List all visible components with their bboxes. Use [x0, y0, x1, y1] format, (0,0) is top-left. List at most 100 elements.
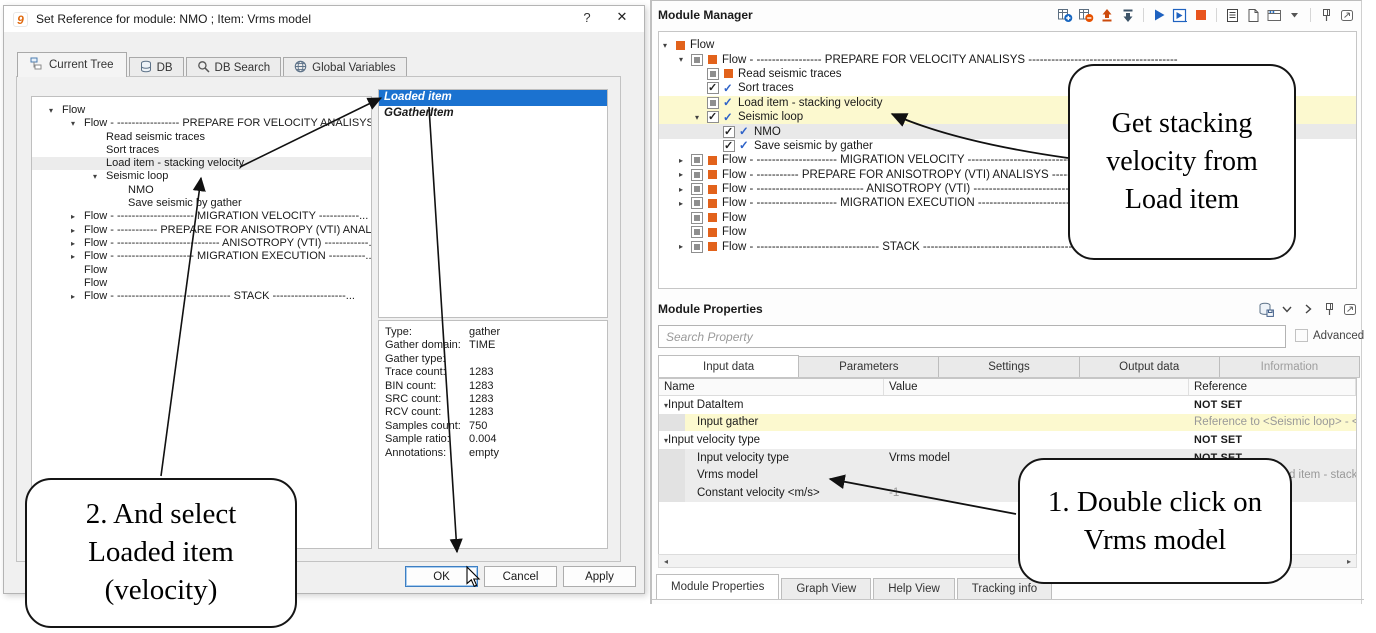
tab-current-tree[interactable]: Current Tree: [17, 52, 127, 77]
close-button[interactable]: ✕: [608, 9, 636, 29]
module-checkbox[interactable]: ✓: [707, 111, 719, 123]
module-checkbox[interactable]: [691, 54, 703, 66]
module-checkbox[interactable]: [691, 154, 703, 166]
property-row[interactable]: Input gatherReference to <Seismic loop> …: [659, 414, 1356, 432]
run-icon[interactable]: [1151, 7, 1167, 23]
tree-item[interactable]: Flow: [32, 264, 371, 277]
tree-item[interactable]: ▾Seismic loop: [32, 170, 371, 183]
expander-icon[interactable]: ▾: [695, 113, 707, 122]
module-checkbox[interactable]: ✓: [707, 82, 719, 94]
expander-icon[interactable]: ▸: [71, 210, 75, 223]
module-checkbox[interactable]: [691, 169, 703, 181]
tree-item[interactable]: ▸Flow - --------------------- MIGRATION …: [32, 210, 371, 223]
tree-item[interactable]: Flow: [32, 277, 371, 290]
tree-item[interactable]: NMO: [32, 184, 371, 197]
module-checkbox[interactable]: [691, 226, 703, 238]
module-checkbox[interactable]: ✓: [723, 126, 735, 138]
chevron-right-icon[interactable]: [1300, 301, 1316, 317]
column-header-name[interactable]: Name: [659, 379, 884, 395]
expander-icon[interactable]: ▾: [663, 41, 675, 50]
run-flow-icon[interactable]: [1172, 7, 1188, 23]
expander-icon[interactable]: ▸: [679, 242, 691, 251]
expander-icon[interactable]: ▾: [679, 55, 691, 64]
bottom-tab-graph-view[interactable]: Graph View: [781, 578, 871, 599]
tree-item[interactable]: ▸Flow - ------------------------------- …: [32, 290, 371, 303]
pin-icon[interactable]: [1321, 301, 1337, 317]
dialog-titlebar[interactable]: 9 Set Reference for module: NMO ; Item: …: [4, 6, 644, 32]
ok-button[interactable]: OK: [405, 566, 478, 587]
tab-input-data[interactable]: Input data: [658, 355, 799, 377]
module-tree-row[interactable]: ▾Flow: [659, 38, 1356, 52]
property-row[interactable]: ▾Input DataItemNOT SET: [659, 396, 1356, 414]
tree-item[interactable]: Load item - stacking velocity: [32, 157, 371, 170]
tab-settings[interactable]: Settings: [938, 356, 1079, 377]
expander-icon[interactable]: ▾: [71, 117, 75, 130]
item-list[interactable]: Loaded itemGGatherItem: [378, 89, 608, 318]
chevron-down-icon[interactable]: [1279, 301, 1295, 317]
remove-module-icon[interactable]: [1078, 7, 1094, 23]
tab-global-variables[interactable]: Global Variables: [283, 57, 407, 77]
expander-icon[interactable]: ▸: [71, 290, 75, 303]
tree-item[interactable]: Sort traces: [32, 144, 371, 157]
module-checkbox[interactable]: ✓: [723, 140, 735, 152]
module-status-icon: [707, 168, 722, 181]
window-layout-icon[interactable]: [1266, 7, 1282, 23]
module-checkbox[interactable]: [691, 241, 703, 253]
scroll-right-icon[interactable]: ▸: [1342, 557, 1356, 566]
detail-line: Gather domain:TIME: [385, 339, 601, 352]
tree-item[interactable]: ▾Flow - ----------------- PREPARE FOR VE…: [32, 117, 371, 130]
pin-icon[interactable]: [1318, 7, 1334, 23]
list-item[interactable]: GGatherItem: [379, 106, 607, 122]
float-icon[interactable]: [1339, 7, 1355, 23]
module-checkbox[interactable]: [691, 197, 703, 209]
column-header-value[interactable]: Value: [884, 379, 1189, 395]
add-module-icon[interactable]: [1057, 7, 1073, 23]
search-property-input[interactable]: [658, 325, 1286, 348]
scroll-left-icon[interactable]: ◂: [659, 557, 673, 566]
module-checkbox[interactable]: [691, 183, 703, 195]
bottom-tab-help-view[interactable]: Help View: [873, 578, 955, 599]
expander-icon[interactable]: ▸: [679, 156, 691, 165]
tab-output-data[interactable]: Output data: [1079, 356, 1220, 377]
module-checkbox[interactable]: [707, 68, 719, 80]
tab-db[interactable]: DB: [129, 57, 184, 77]
advanced-checkbox-box[interactable]: [1295, 329, 1308, 342]
float-icon[interactable]: [1342, 301, 1358, 317]
move-down-icon[interactable]: [1120, 7, 1136, 23]
column-header-reference[interactable]: Reference: [1189, 379, 1356, 395]
detail-line: Annotations:empty: [385, 447, 601, 460]
expander-icon[interactable]: ▸: [71, 237, 75, 250]
expander-icon[interactable]: ▸: [679, 199, 691, 208]
bottom-tab-module-properties[interactable]: Module Properties: [656, 574, 779, 599]
expander-icon[interactable]: ▾: [49, 104, 53, 117]
tree-item[interactable]: ▸Flow - --------------------- MIGRATION …: [32, 250, 371, 263]
expander-icon[interactable]: ▸: [71, 250, 75, 263]
tree-item[interactable]: ▸Flow - ---------------------------- ANI…: [32, 237, 371, 250]
tree-item[interactable]: Save seismic by gather: [32, 197, 371, 210]
expander-icon[interactable]: ▸: [71, 224, 75, 237]
tab-db-search[interactable]: DB Search: [186, 57, 282, 77]
list-item[interactable]: Loaded item: [379, 90, 607, 106]
help-button[interactable]: ?: [574, 10, 600, 29]
new-page-icon[interactable]: [1245, 7, 1261, 23]
tree-item[interactable]: ▸Flow - ----------- PREPARE FOR ANISOTRO…: [32, 224, 371, 237]
flow-log-icon[interactable]: [1224, 7, 1240, 23]
expander-icon[interactable]: ▸: [679, 185, 691, 194]
module-checkbox[interactable]: [707, 97, 719, 109]
apply-button[interactable]: Apply: [563, 566, 636, 587]
expander-icon[interactable]: ▸: [679, 170, 691, 179]
expander-icon[interactable]: ▾: [93, 170, 97, 183]
partial-check-fill: [694, 200, 700, 206]
property-row[interactable]: ▾Input velocity typeNOT SET: [659, 431, 1356, 449]
db-save-icon[interactable]: [1258, 301, 1274, 317]
tab-parameters[interactable]: Parameters: [798, 356, 939, 377]
move-up-icon[interactable]: [1099, 7, 1115, 23]
tree-item-label: Flow: [32, 264, 107, 276]
advanced-checkbox[interactable]: Advanced: [1295, 329, 1364, 342]
tree-item[interactable]: Read seismic traces: [32, 131, 371, 144]
tree-item[interactable]: ▾Flow: [32, 104, 371, 117]
module-checkbox[interactable]: [691, 212, 703, 224]
caret-down-icon[interactable]: [1287, 7, 1303, 23]
cancel-button[interactable]: Cancel: [484, 566, 557, 587]
stop-icon[interactable]: [1193, 7, 1209, 23]
